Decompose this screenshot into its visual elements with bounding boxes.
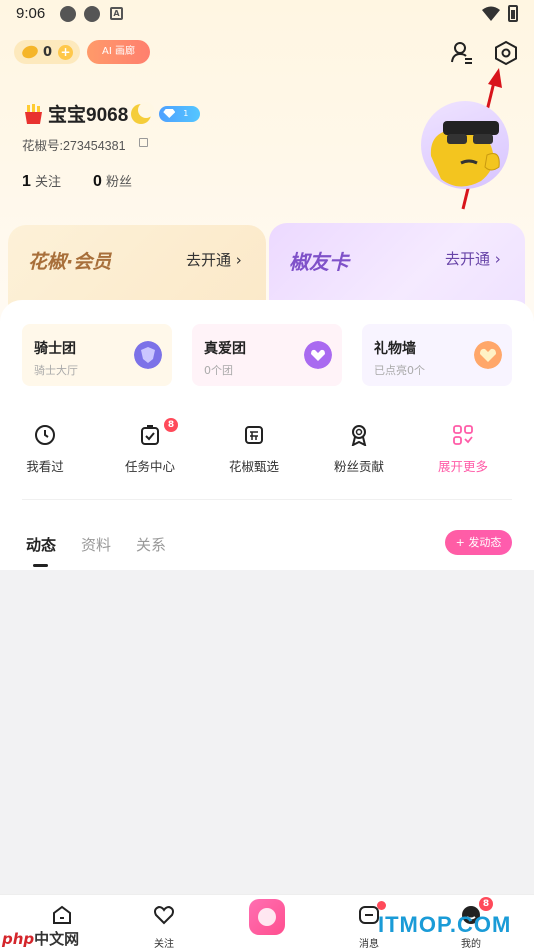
task-icon: [141, 425, 159, 445]
profile-name: 宝宝9068: [48, 105, 129, 126]
quick-fan-contribution-label: 粉丝贡献: [333, 459, 384, 474]
quick-task-center[interactable]: 任务中心 8: [110, 418, 190, 475]
avatar-image: [430, 121, 500, 187]
true-love-group-subtitle: 0个团: [204, 364, 233, 377]
tab-moments[interactable]: 动态: [26, 534, 56, 555]
app-notification-icon: [84, 6, 100, 22]
level-value: 1: [183, 109, 189, 118]
quick-expand-more[interactable]: 展开更多: [423, 424, 503, 475]
a-notification-icon: A: [110, 7, 123, 20]
quick-fan-contribution[interactable]: 粉丝贡献: [319, 424, 399, 475]
coin-count: 0: [43, 44, 53, 60]
knight-shield-icon: [134, 341, 162, 369]
coin-balance[interactable]: 0 +: [14, 40, 80, 64]
heart-icon: [154, 905, 174, 925]
following-count: 1: [22, 173, 31, 190]
following-label: 关注: [35, 175, 62, 190]
fans-label: 粉丝: [106, 175, 133, 190]
copy-icon[interactable]: [139, 138, 148, 147]
vip-open-link[interactable]: 去开通 ›: [186, 249, 242, 270]
wifi-icon: [482, 6, 500, 21]
grid-icon: [453, 425, 473, 445]
knight-group-title: 骑士团: [34, 341, 76, 357]
nav-following-label: 关注: [154, 939, 174, 950]
knight-group-subtitle: 骑士大厅: [34, 364, 78, 377]
true-love-group-card[interactable]: 真爱团 0个团: [192, 324, 342, 386]
medal-icon: [351, 425, 367, 446]
battery-icon: [508, 5, 518, 22]
vip-member-card[interactable]: 花椒·会员 去开通 ›: [8, 225, 266, 305]
camera-icon[interactable]: [249, 899, 285, 935]
active-tab-indicator: [33, 564, 48, 567]
messages-dot: [377, 901, 386, 910]
gift-wall-title: 礼物墙: [374, 341, 416, 357]
php-watermark: php中文网: [2, 928, 79, 949]
quick-watched[interactable]: 我看过: [5, 424, 85, 475]
tab-relations[interactable]: 关系: [136, 534, 166, 555]
vip-title: 花椒·会员: [28, 251, 112, 273]
following-stat[interactable]: 1 关注: [22, 171, 61, 191]
clock-icon: [35, 425, 55, 445]
user-switch-icon[interactable]: [449, 40, 475, 66]
profile-name-row: 宝宝9068 1: [22, 100, 201, 127]
fans-stat[interactable]: 0 粉丝: [93, 171, 132, 191]
fans-count: 0: [93, 173, 102, 190]
divider: [22, 499, 512, 500]
moon-badge-icon: [131, 101, 155, 124]
heart-hands-icon: [304, 341, 332, 369]
task-badge: 8: [164, 418, 178, 432]
gift-heart-icon: [474, 341, 502, 369]
knight-group-card[interactable]: 骑士团 骑士大厅: [22, 324, 172, 386]
php-watermark-text: 中文网: [34, 930, 80, 948]
fries-icon: [25, 103, 42, 124]
store-icon: [245, 426, 263, 444]
itmop-watermark: ITMOP.COM: [378, 912, 512, 937]
nav-following[interactable]: 关注: [134, 903, 194, 950]
diamond-icon: [163, 109, 176, 118]
gift-wall-card[interactable]: 礼物墙 已点亮0个: [362, 324, 512, 386]
profile-panel: 骑士团 骑士大厅 真爱团 0个团 礼物墙 已点亮0个 我看过 任务中心 8 花椒…: [0, 300, 534, 570]
coin-icon: [20, 43, 40, 61]
quick-expand-more-label: 展开更多: [437, 459, 488, 474]
tab-profile-info[interactable]: 资料: [81, 534, 111, 555]
app-notification-icon: [60, 6, 76, 22]
ai-gallery-button[interactable]: AI 画廊: [87, 40, 150, 64]
quick-watched-label: 我看过: [26, 459, 64, 474]
status-time: 9:06: [16, 5, 46, 22]
add-coin-icon: +: [58, 44, 74, 60]
friend-card[interactable]: 椒友卡 去开通 ›: [269, 223, 525, 305]
home-icon: [53, 905, 71, 924]
post-moment-button[interactable]: + 发动态: [445, 530, 512, 555]
status-bar: 9:06 A: [0, 0, 534, 28]
quick-task-center-label: 任务中心: [124, 459, 175, 474]
quick-selection[interactable]: 花椒甄选: [214, 424, 294, 475]
profile-id: 花椒号:273454381: [22, 139, 126, 153]
php-watermark-brand: php: [2, 930, 35, 948]
gift-wall-subtitle: 已点亮0个: [374, 364, 425, 377]
true-love-group-title: 真爱团: [204, 341, 246, 357]
friend-card-open-link[interactable]: 去开通 ›: [445, 248, 501, 269]
level-badge[interactable]: 1: [159, 105, 201, 122]
quick-selection-label: 花椒甄选: [228, 459, 279, 474]
avatar[interactable]: [421, 101, 509, 189]
mine-badge: 8: [479, 897, 493, 911]
friend-card-title: 椒友卡: [289, 250, 349, 274]
settings-icon[interactable]: [493, 40, 519, 66]
